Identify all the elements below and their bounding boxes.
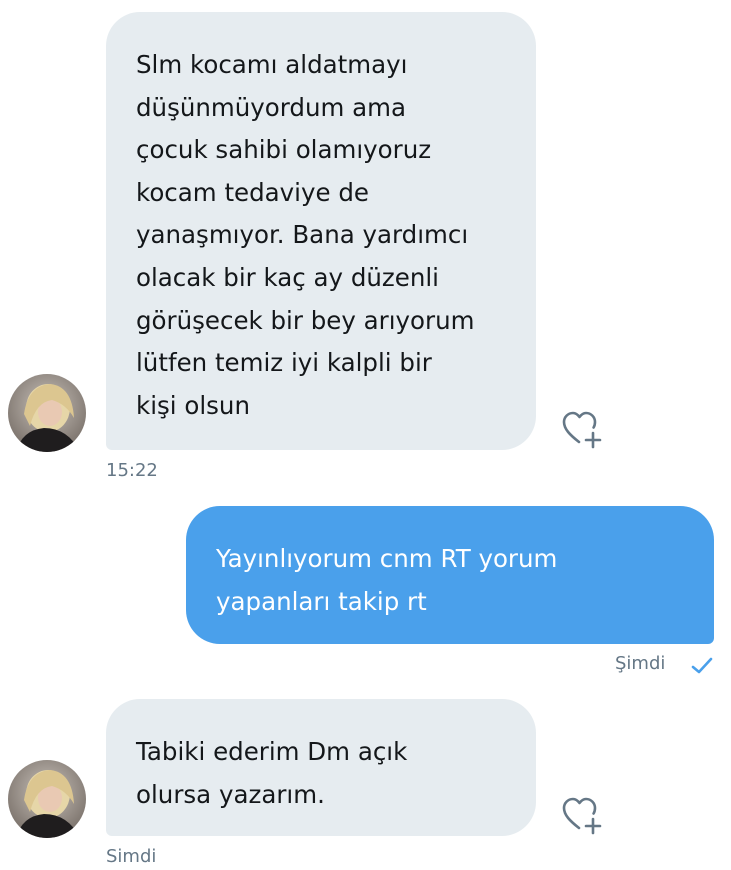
message-timestamp: 15:22 (106, 460, 158, 481)
message-text-line: kişi olsun (136, 390, 250, 420)
message-timestamp: Simdi (106, 846, 157, 867)
message-text-line: olacak bir kaç ay düzenli (136, 262, 439, 292)
outgoing-message-bubble[interactable]: Yayınlıyorum cnm RT yorum yapanları taki… (186, 506, 714, 644)
incoming-message-bubble[interactable]: Slm kocamı aldatmayı düşünmüyordum ama ç… (106, 12, 536, 450)
profile-photo-icon (8, 760, 86, 838)
message-text-line: yapanları takip rt (216, 586, 427, 616)
avatar[interactable] (8, 760, 86, 838)
message-text-line: düşünmüyordum ama (136, 92, 407, 122)
message-text-line: Slm kocamı aldatmayı (136, 50, 408, 79)
message-text-line: çocuk sahibi olamıyoruz (136, 135, 432, 165)
avatar[interactable] (8, 374, 86, 452)
message-text-line: Yayınlıyorum cnm RT yorum (216, 544, 558, 573)
message-text-line: yanaşmıyor. Bana yardımcı (136, 220, 469, 250)
message-timestamp: Şimdi (615, 653, 666, 674)
heart-plus-icon[interactable] (560, 408, 604, 450)
message-text-line: görüşecek bir bey arıyorum (136, 305, 475, 335)
heart-plus-icon[interactable] (560, 794, 604, 836)
message-text-line: olursa yazarım. (136, 779, 325, 809)
checkmark-icon (690, 656, 714, 676)
message-text-line: kocam tedaviye de (136, 177, 369, 207)
message-text-line: Tabiki ederim Dm açık (136, 737, 408, 766)
profile-photo-icon (8, 374, 86, 452)
message-text-line: lütfen temiz iyi kalpli bir (136, 348, 432, 378)
incoming-message-bubble[interactable]: Tabiki ederim Dm açık olursa yazarım. (106, 699, 536, 836)
